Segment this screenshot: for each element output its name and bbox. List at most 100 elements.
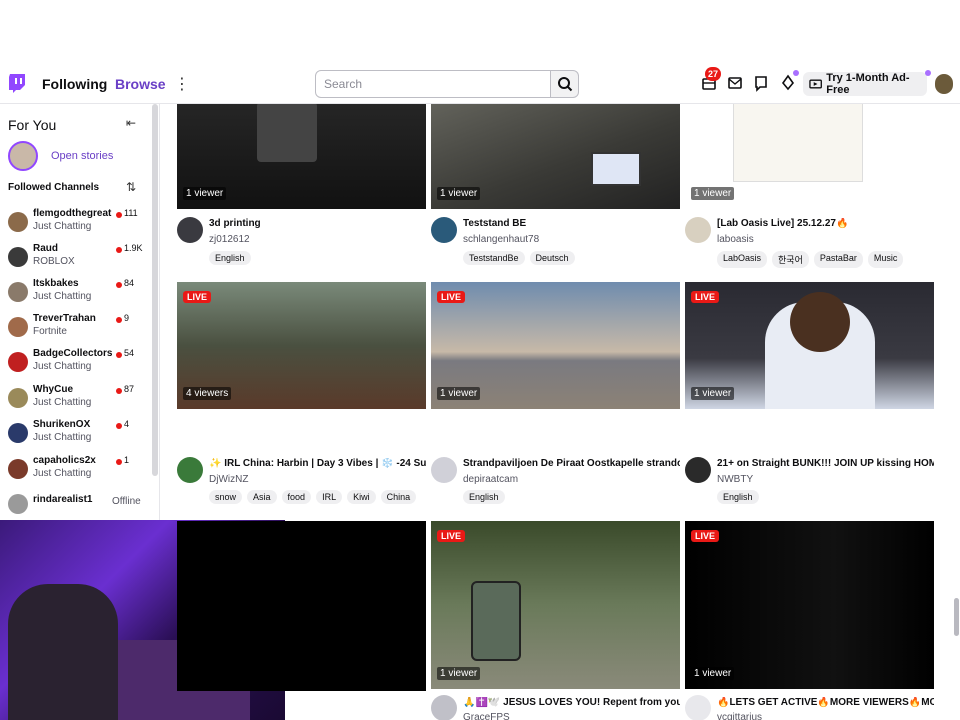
sidebar-channel-flemgodthegreat[interactable]: flemgodthegreat Just Chatting 111 [8, 208, 148, 238]
nav-browse[interactable]: Browse [115, 76, 166, 92]
twitch-logo-icon[interactable] [8, 73, 26, 93]
channel-avatar[interactable] [685, 695, 711, 720]
channel-name: ShurikenOX [33, 419, 91, 430]
sidebar-channel-whycue[interactable]: WhyCue Just Chatting 87 [8, 384, 148, 414]
stream-thumbnail[interactable]: 1 viewer [685, 104, 934, 209]
stream-thumbnail[interactable]: LIVE 1 viewer [431, 521, 680, 689]
stories-avatar[interactable] [8, 141, 38, 171]
channel-name: rindarealist1 [33, 494, 93, 505]
viewer-count: 1.9K [124, 243, 143, 253]
bits-icon[interactable] [779, 74, 797, 92]
channel-avatar[interactable] [685, 217, 711, 243]
channel-name[interactable]: vcgittarius [717, 712, 762, 720]
sidebar-channel-raud[interactable]: Raud ROBLOX 1.9K [8, 243, 148, 273]
stream-thumbnail[interactable] [177, 521, 426, 691]
viewer-count: 1 viewer [437, 187, 481, 200]
stream-title[interactable]: 🔥LETS GET ACTIVE🔥MORE VIEWERS🔥MO... [717, 697, 934, 708]
sidebar-channel-shurikenox[interactable]: ShurikenOX Just Chatting 4 [8, 419, 148, 449]
user-avatar[interactable] [935, 74, 953, 94]
tag[interactable]: Music [867, 251, 904, 268]
tag[interactable]: 한국어 [772, 251, 809, 268]
stream-thumbnail[interactable]: 1 viewer [431, 104, 680, 209]
sidebar-channel-itskbakes[interactable]: Itskbakes Just Chatting 84 [8, 278, 148, 308]
viewer-count: 1 viewer [691, 387, 735, 400]
tag[interactable]: LabOasis [717, 251, 768, 268]
channel-avatar [8, 494, 28, 514]
tag[interactable]: TeststandBe [463, 251, 525, 265]
inbox-icon[interactable] [726, 74, 744, 92]
channel-name[interactable]: GraceFPS [463, 712, 510, 720]
live-dot [116, 212, 122, 218]
stream-thumbnail[interactable]: 1 viewer [177, 104, 426, 209]
thumb-detail [257, 104, 317, 162]
search-button[interactable] [551, 70, 579, 98]
viewer-count: 1 viewer [437, 667, 481, 680]
channel-avatar[interactable] [685, 457, 711, 483]
sidebar: For You ⇤ Open stories Followed Channels… [0, 104, 160, 520]
channel-name[interactable]: NWBTY [717, 474, 753, 485]
collapse-sidebar-icon[interactable]: ⇤ [126, 116, 140, 130]
channel-avatar[interactable] [431, 217, 457, 243]
sort-icon[interactable]: ⇅ [126, 180, 136, 194]
main-scrollbar-thumb[interactable] [954, 598, 959, 636]
tag[interactable]: snow [209, 490, 243, 504]
nav-following[interactable]: Following [42, 76, 107, 92]
viewer-count: 54 [124, 348, 135, 358]
stream-title[interactable]: [Lab Oasis Live] 25.12.27🔥 [717, 218, 934, 229]
tag[interactable]: food [281, 490, 312, 504]
viewer-count: 84 [124, 278, 135, 288]
viewer-count: 1 viewer [691, 187, 735, 200]
channel-name[interactable]: zj012612 [209, 234, 250, 245]
channel-name[interactable]: depiraatcam [463, 474, 518, 485]
bits-dot [793, 70, 799, 76]
channel-name: TreverTrahan [33, 313, 96, 324]
tag[interactable]: Kiwi [347, 490, 376, 504]
channel-name: capaholics2x [33, 455, 96, 466]
tag[interactable]: Asia [247, 490, 277, 504]
sidebar-title: For You [8, 117, 57, 133]
channel-avatar [8, 423, 28, 443]
tag[interactable]: PastaBar [813, 251, 863, 268]
ad-free-button[interactable]: Try 1-Month Ad-Free [803, 72, 927, 96]
open-stories-link[interactable]: Open stories [51, 150, 113, 162]
tag[interactable]: English [717, 490, 759, 504]
tag[interactable]: Deutsch [529, 251, 575, 265]
channel-avatar[interactable] [431, 695, 457, 720]
stream-title[interactable]: Strandpaviljoen De Piraat Oostkapelle st… [463, 458, 680, 469]
tag[interactable]: English [463, 490, 505, 504]
stream-thumbnail[interactable]: LIVE 4 viewers [177, 282, 426, 409]
tag[interactable]: English [209, 251, 251, 265]
whispers-icon[interactable] [752, 74, 770, 92]
stream-title[interactable]: 21+ on Straight BUNK!!! JOIN UP kissing … [717, 458, 934, 469]
channel-category: Just Chatting [33, 361, 92, 372]
stream-title[interactable]: Teststand BE [463, 218, 680, 229]
stream-title[interactable]: 🙏✝️🕊️ JESUS LOVES YOU! Repent from you..… [463, 697, 680, 708]
channel-name[interactable]: laboasis [717, 234, 754, 245]
channel-name: WhyCue [33, 384, 73, 395]
live-badge: LIVE [183, 291, 212, 303]
sidebar-channel-capaholics2x[interactable]: capaholics2x Just Chatting 1 [8, 455, 148, 485]
stream-thumbnail[interactable]: LIVE 1 viewer [685, 521, 934, 689]
tag[interactable]: IRL [316, 490, 343, 504]
channel-avatar[interactable] [177, 217, 203, 243]
channel-name[interactable]: DjWizNZ [209, 474, 248, 485]
stream-thumbnail[interactable]: LIVE 1 viewer [431, 282, 680, 409]
channel-avatar [8, 212, 28, 232]
sidebar-scrollbar[interactable] [152, 104, 158, 476]
channel-category: Just Chatting [33, 397, 92, 408]
more-options-icon[interactable]: ⋮ [174, 74, 190, 93]
channel-avatar[interactable] [177, 457, 203, 483]
stream-thumbnail[interactable]: LIVE 1 viewer [685, 282, 934, 409]
sidebar-channel-badgecollectors[interactable]: BadgeCollectors Just Chatting 54 [8, 348, 148, 378]
channel-avatar[interactable] [431, 457, 457, 483]
live-dot [116, 423, 122, 429]
channel-name[interactable]: schlangenhaut78 [463, 234, 539, 245]
sidebar-channel-trevertrahan[interactable]: TreverTrahan Fortnite 9 [8, 313, 148, 343]
tag[interactable]: China [380, 490, 417, 504]
stream-title[interactable]: 3d printing [209, 218, 426, 229]
search-icon [557, 77, 572, 92]
sidebar-channel-rindarealist1[interactable]: rindarealist1 Offline [8, 490, 148, 520]
tag-list: English [463, 490, 505, 504]
stream-title[interactable]: ✨ IRL China: Harbin | Day 3 Vibes | ❄️ -… [209, 458, 426, 469]
search-input[interactable] [315, 70, 551, 98]
